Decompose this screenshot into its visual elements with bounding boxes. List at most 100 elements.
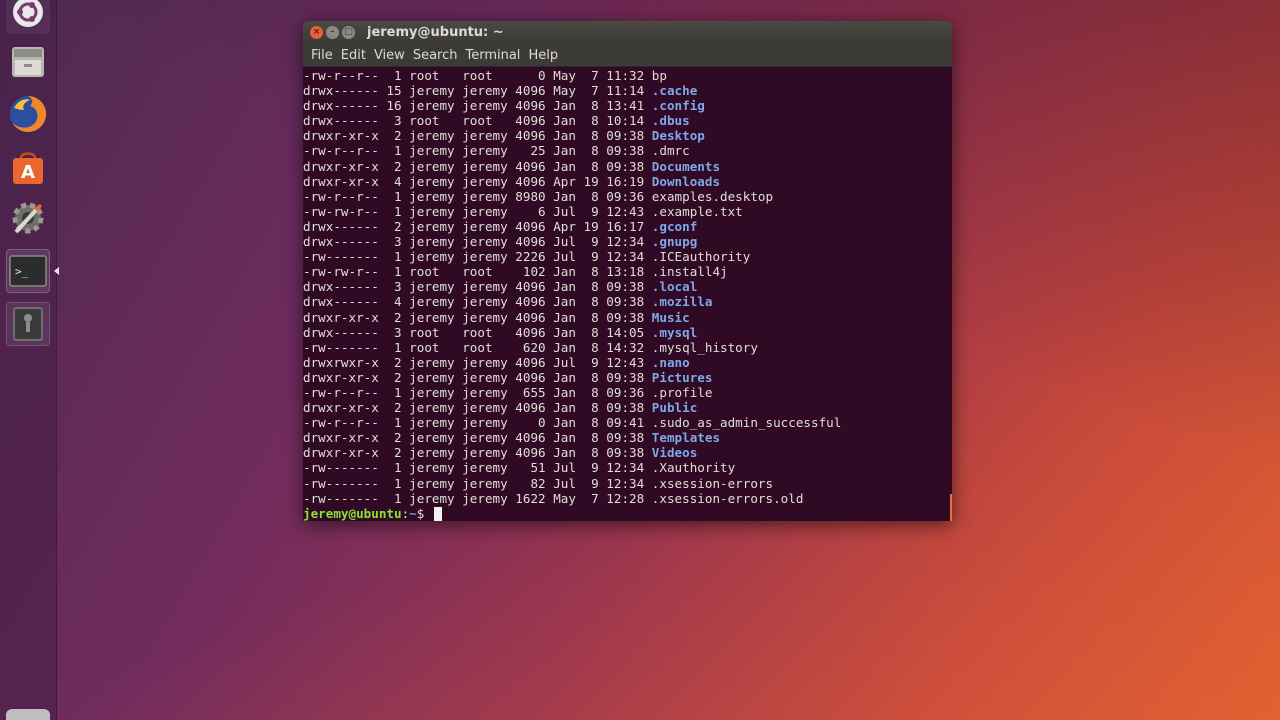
- files-icon[interactable]: [6, 40, 50, 84]
- directory-name: Desktop: [651, 128, 705, 144]
- menu-search[interactable]: Search: [409, 48, 462, 63]
- file-metadata: drwx------ 4 jeremy jeremy 4096 Jan 8 09…: [303, 294, 652, 310]
- listing-row: drwxr-xr-x 2 jeremy jeremy 4096 Jan 8 09…: [303, 445, 952, 460]
- prompt-symbol: $: [416, 505, 432, 521]
- menu-edit[interactable]: Edit: [337, 48, 370, 63]
- menu-terminal[interactable]: Terminal: [461, 48, 524, 63]
- listing-row: -rw-r--r-- 1 root root 0 May 7 11:32 bp: [303, 68, 952, 83]
- maximize-icon[interactable]: □: [342, 26, 355, 39]
- menu-file[interactable]: File: [307, 48, 337, 63]
- prompt-user: jeremy@ubuntu: [303, 505, 402, 521]
- file-name: .profile: [651, 384, 713, 400]
- close-icon[interactable]: ×: [310, 26, 323, 39]
- file-metadata: drwxr-xr-x 2 jeremy jeremy 4096 Jan 8 09…: [303, 430, 652, 446]
- listing-row: drwx------ 3 jeremy jeremy 4096 Jul 9 12…: [303, 234, 952, 249]
- file-metadata: drwx------ 16 jeremy jeremy 4096 Jan 8 1…: [303, 98, 652, 114]
- file-metadata: drwx------ 15 jeremy jeremy 4096 May 7 1…: [303, 83, 652, 99]
- listing-row: drwxr-xr-x 4 jeremy jeremy 4096 Apr 19 1…: [303, 174, 952, 189]
- directory-name: .mysql: [651, 324, 698, 340]
- file-name: .Xauthority: [651, 460, 736, 476]
- listing-row: -rw-rw-r-- 1 jeremy jeremy 6 Jul 9 12:43…: [303, 204, 952, 219]
- listing-row: drwx------ 2 jeremy jeremy 4096 Apr 19 1…: [303, 219, 952, 234]
- file-metadata: drwxr-xr-x 2 jeremy jeremy 4096 Jan 8 09…: [303, 158, 652, 174]
- file-metadata: -rw-r--r-- 1 root root 0 May 7 11:32: [303, 68, 652, 83]
- file-name: examples.desktop: [651, 188, 774, 204]
- listing-row: -rw------- 1 jeremy jeremy 82 Jul 9 12:3…: [303, 476, 952, 491]
- file-metadata: drwx------ 3 jeremy jeremy 4096 Jul 9 12…: [303, 234, 652, 250]
- text-cursor: [433, 506, 442, 521]
- file-name: .install4j: [651, 264, 728, 280]
- file-metadata: -rw-r--r-- 1 jeremy jeremy 25 Jan 8 09:3…: [303, 143, 652, 159]
- terminal-window[interactable]: × – □ jeremy@ubuntu: ~ File Edit View Se…: [303, 21, 952, 521]
- directory-name: Documents: [651, 158, 721, 174]
- file-name: .dmrc: [651, 143, 690, 159]
- file-metadata: drwxr-xr-x 2 jeremy jeremy 4096 Jan 8 09…: [303, 400, 652, 416]
- file-metadata: -rw-r--r-- 1 jeremy jeremy 0 Jan 8 09:41: [303, 415, 652, 431]
- file-metadata: drwx------ 2 jeremy jeremy 4096 Apr 19 1…: [303, 218, 652, 234]
- prompt-line[interactable]: jeremy@ubuntu:~$: [303, 506, 952, 521]
- ubuntu-dash-icon[interactable]: [6, 0, 50, 34]
- system-settings-icon[interactable]: [6, 196, 50, 240]
- listing-row: -rw------- 1 jeremy jeremy 1622 May 7 12…: [303, 491, 952, 506]
- listing-row: -rw-r--r-- 1 jeremy jeremy 8980 Jan 8 09…: [303, 189, 952, 204]
- file-metadata: drwxrwxr-x 2 jeremy jeremy 4096 Jul 9 12…: [303, 354, 652, 370]
- file-name: .ICEauthority: [651, 249, 751, 265]
- drive-icon[interactable]: [6, 302, 50, 346]
- listing-row: drwx------ 3 root root 4096 Jan 8 14:05 …: [303, 325, 952, 340]
- svg-text:>_: >_: [15, 265, 29, 278]
- directory-name: .cache: [651, 83, 698, 99]
- listing-row: -rw-r--r-- 1 jeremy jeremy 0 Jan 8 09:41…: [303, 415, 952, 430]
- listing-row: drwxr-xr-x 2 jeremy jeremy 4096 Jan 8 09…: [303, 128, 952, 143]
- file-metadata: -rw-rw-r-- 1 root root 102 Jan 8 13:18: [303, 264, 652, 280]
- directory-name: Downloads: [651, 173, 721, 189]
- minimize-icon[interactable]: –: [326, 26, 339, 39]
- file-metadata: drwx------ 3 root root 4096 Jan 8 10:14: [303, 113, 652, 129]
- listing-row: drwxr-xr-x 2 jeremy jeremy 4096 Jan 8 09…: [303, 430, 952, 445]
- file-metadata: -rw-r--r-- 1 jeremy jeremy 655 Jan 8 09:…: [303, 384, 652, 400]
- file-name: .xsession-errors.old: [651, 490, 804, 506]
- terminal-icon[interactable]: >_: [6, 249, 50, 293]
- directory-name: .dbus: [651, 113, 690, 129]
- directory-name: .nano: [651, 354, 690, 370]
- file-name: .xsession-errors: [651, 475, 774, 491]
- file-metadata: -rw-rw-r-- 1 jeremy jeremy 6 Jul 9 12:43: [303, 203, 652, 219]
- file-metadata: drwxr-xr-x 2 jeremy jeremy 4096 Jan 8 09…: [303, 309, 652, 325]
- file-metadata: -rw-r--r-- 1 jeremy jeremy 8980 Jan 8 09…: [303, 188, 652, 204]
- directory-name: .gconf: [651, 218, 698, 234]
- file-metadata: -rw------- 1 root root 620 Jan 8 14:32: [303, 339, 652, 355]
- listing-row: -rw-rw-r-- 1 root root 102 Jan 8 13:18 .…: [303, 264, 952, 279]
- file-metadata: -rw------- 1 jeremy jeremy 2226 Jul 9 12…: [303, 249, 652, 265]
- terminal-output[interactable]: -rw-r--r-- 1 root root 0 May 7 11:32 bp d…: [303, 67, 952, 521]
- file-metadata: drwx------ 3 root root 4096 Jan 8 14:05: [303, 324, 652, 340]
- file-metadata: -rw------- 1 jeremy jeremy 82 Jul 9 12:3…: [303, 475, 652, 491]
- menu-help[interactable]: Help: [524, 48, 562, 63]
- listing-row: drwxr-xr-x 2 jeremy jeremy 4096 Jan 8 09…: [303, 159, 952, 174]
- listing-row: drwx------ 3 jeremy jeremy 4096 Jan 8 09…: [303, 279, 952, 294]
- menu-view[interactable]: View: [370, 48, 409, 63]
- file-metadata: drwxr-xr-x 4 jeremy jeremy 4096 Apr 19 1…: [303, 173, 652, 189]
- unity-launcher: A >_: [0, 0, 59, 720]
- listing-row: -rw------- 1 root root 620 Jan 8 14:32 .…: [303, 340, 952, 355]
- file-metadata: drwxr-xr-x 2 jeremy jeremy 4096 Jan 8 09…: [303, 445, 652, 461]
- software-center-icon[interactable]: A: [6, 144, 50, 188]
- file-name: bp: [651, 68, 667, 83]
- directory-name: Public: [651, 400, 698, 416]
- scrollbar[interactable]: [950, 494, 952, 521]
- file-name: .sudo_as_admin_successful: [651, 415, 842, 431]
- firefox-icon[interactable]: [6, 92, 50, 136]
- directory-name: Videos: [651, 445, 698, 461]
- directory-name: .config: [651, 98, 705, 114]
- trash-icon[interactable]: [6, 709, 50, 720]
- prompt-path: ~: [409, 505, 417, 521]
- menu-bar: File Edit View Search Terminal Help: [303, 45, 952, 67]
- listing-row: drwxr-xr-x 2 jeremy jeremy 4096 Jan 8 09…: [303, 400, 952, 415]
- listing-row: drwx------ 4 jeremy jeremy 4096 Jan 8 09…: [303, 294, 952, 309]
- directory-name: .gnupg: [651, 234, 698, 250]
- window-title: jeremy@ubuntu: ~: [367, 25, 504, 40]
- file-metadata: -rw------- 1 jeremy jeremy 1622 May 7 12…: [303, 490, 652, 506]
- running-indicator: [54, 267, 59, 275]
- file-metadata: drwx------ 3 jeremy jeremy 4096 Jan 8 09…: [303, 279, 652, 295]
- file-name: .mysql_history: [651, 339, 758, 355]
- window-titlebar[interactable]: × – □ jeremy@ubuntu: ~: [303, 21, 952, 45]
- directory-name: Music: [651, 309, 690, 325]
